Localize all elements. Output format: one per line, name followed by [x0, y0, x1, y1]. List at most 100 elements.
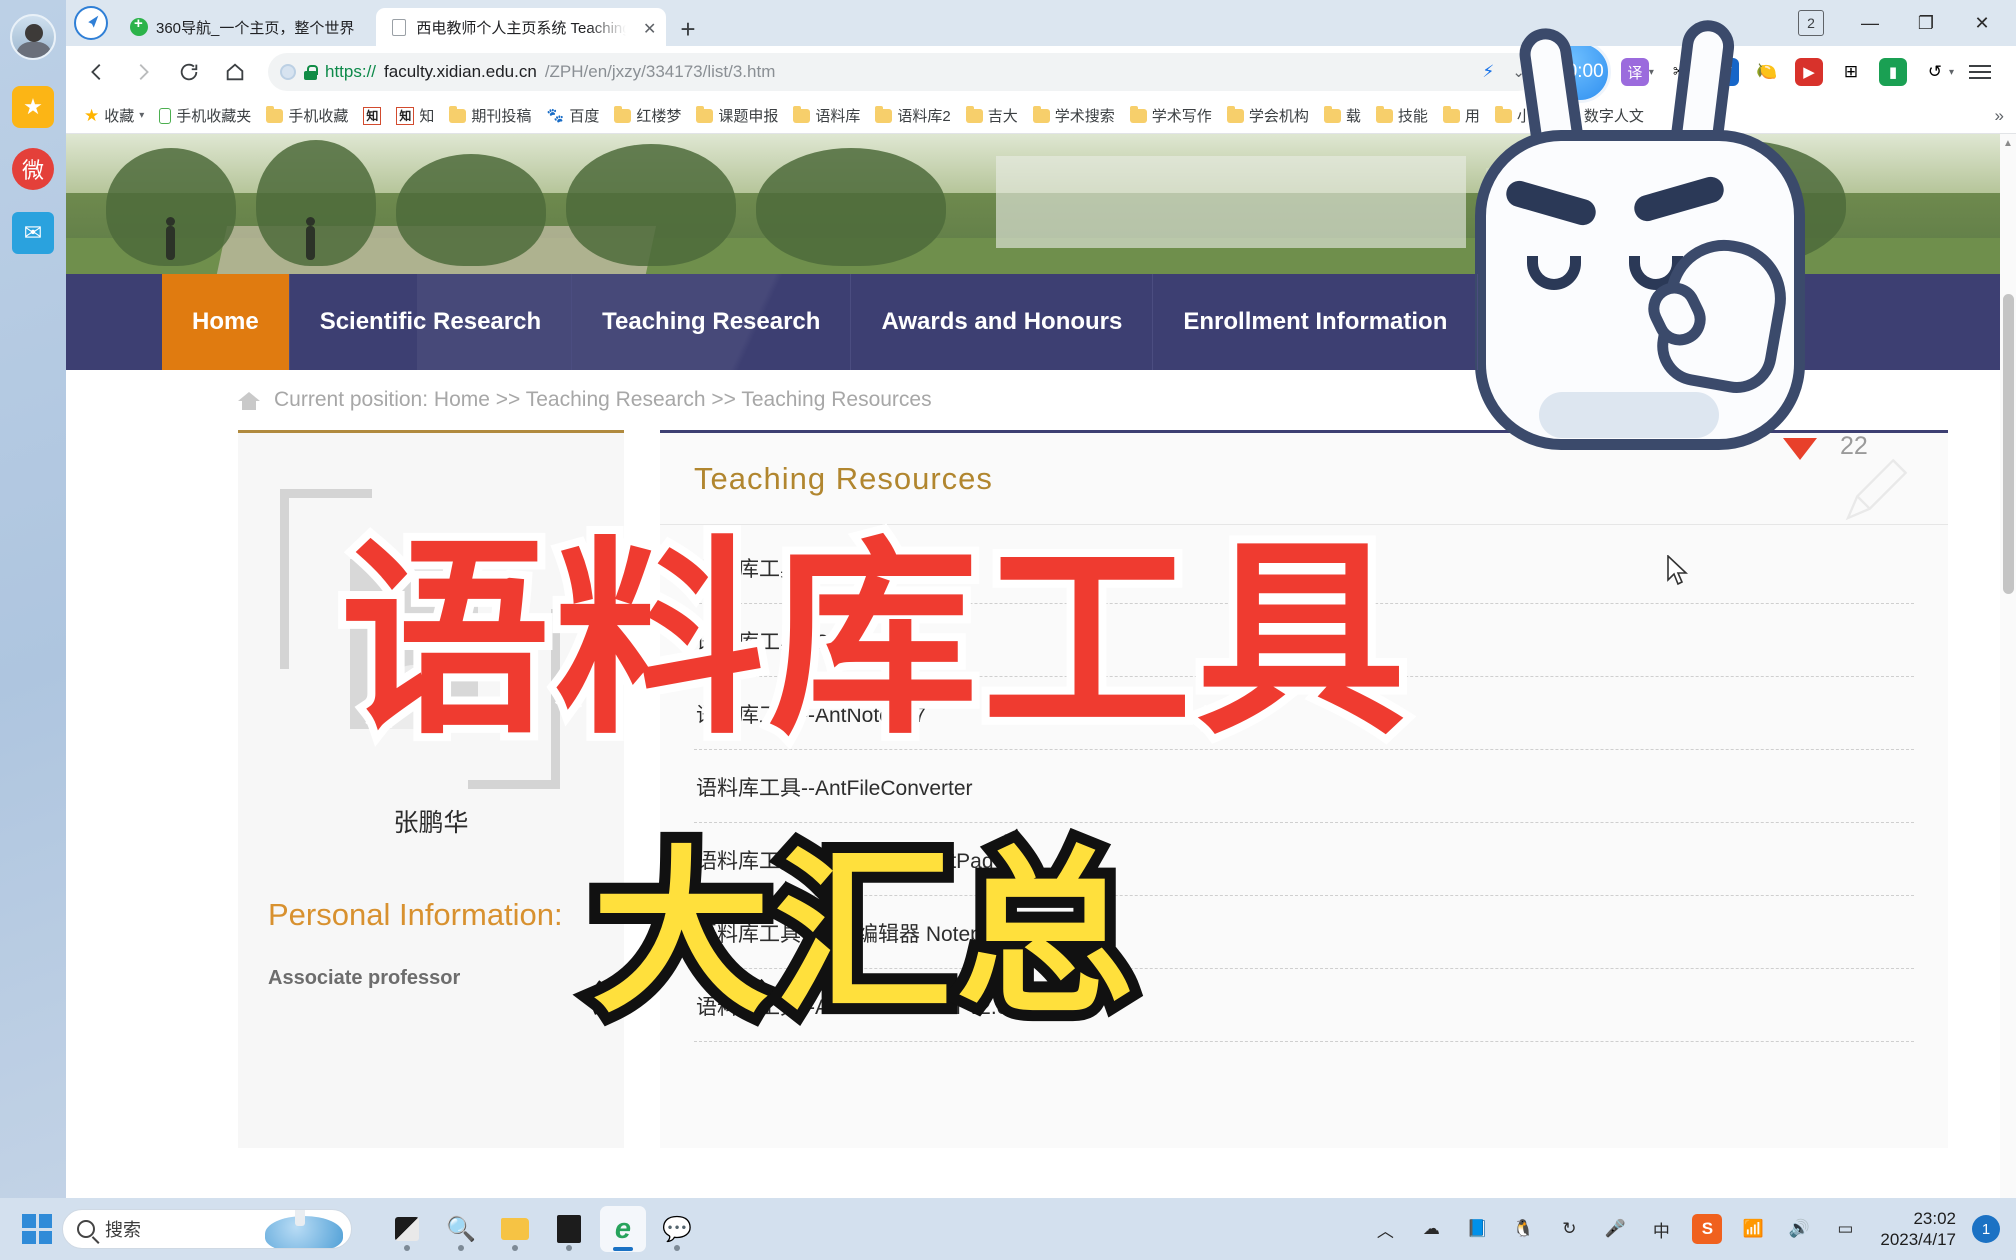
bookmark-journal-submission[interactable]: 期刊投稿 — [443, 102, 537, 129]
weibo-icon[interactable]: 微 — [12, 148, 54, 190]
star-icon[interactable]: ★ — [12, 86, 54, 128]
bookmark-digital-humanities[interactable]: 数字人文 — [1556, 102, 1650, 129]
bookmark-downloads[interactable]: 载 — [1318, 102, 1367, 129]
book-icon[interactable]: 📘 — [1462, 1214, 1492, 1244]
edge-browser-app[interactable]: e — [600, 1206, 646, 1252]
sogou-input-icon[interactable]: S — [1692, 1214, 1723, 1244]
minimize-button[interactable]: — — [1842, 0, 1898, 46]
user-avatar[interactable] — [10, 14, 56, 60]
magnifier-icon: 🔍 — [446, 1215, 476, 1243]
back-button[interactable] — [76, 51, 118, 93]
bookmark-niche[interactable]: 小众 — [1489, 102, 1553, 129]
reload-button[interactable] — [168, 51, 210, 93]
maximize-button[interactable]: ❐ — [1898, 0, 1954, 46]
wps-extension[interactable]: W — [1705, 52, 1745, 92]
bookmark-phone-collection[interactable]: 手机收藏 — [260, 102, 354, 129]
scroll-up-icon[interactable]: ▲ — [2003, 138, 2013, 149]
bookmark-phone-favorites[interactable]: 手机收藏夹 — [153, 102, 257, 129]
nav-item-home[interactable]: Home — [162, 274, 290, 370]
url-input[interactable]: https:// faculty.xidian.edu.cn/ZPH/en/jxz… — [268, 53, 1537, 91]
timer-badge[interactable]: 00:00 — [1548, 41, 1611, 103]
list-item[interactable]: 语料库工具--文本编辑器 Notepad — [694, 896, 1914, 969]
fruit-extension[interactable]: 🍋 — [1747, 52, 1787, 92]
translate-icon: 译 — [1620, 58, 1649, 86]
mail-icon[interactable]: ✉ — [12, 212, 54, 254]
notepad-app[interactable] — [546, 1206, 592, 1252]
video-extension[interactable]: ▶ — [1789, 52, 1829, 92]
chevron-down-icon[interactable]: ▾ — [1649, 67, 1654, 78]
ime-chinese-icon[interactable]: 中 — [1646, 1214, 1676, 1244]
bookmarks-overflow-button[interactable]: » — [1995, 106, 2004, 126]
nav-item-awards-and-honours[interactable]: Awards and Honours — [851, 274, 1154, 370]
bookmarks-bar: ★ 收藏 ▾ 手机收藏夹 手机收藏 知 知 知 期刊投稿 🐾 百度 红楼梦 课题… — [66, 98, 2016, 134]
wechat-app[interactable]: 💬 — [654, 1206, 700, 1252]
close-window-button[interactable]: ✕ — [1954, 0, 2010, 46]
bookmark-academic-writing[interactable]: 学术写作 — [1124, 102, 1218, 129]
close-tab-icon[interactable]: ✕ — [643, 19, 656, 39]
bookmark-label: 数字人文 — [1583, 108, 1644, 125]
nav-item-scientific-research[interactable]: Scientific Research — [290, 274, 573, 370]
clock[interactable]: 23:02 2023/4/17 — [1876, 1208, 1956, 1251]
nav-item-enrollment-information[interactable]: Enrollment Information — [1153, 274, 1479, 370]
bookmark-jida[interactable]: 吉大 — [960, 102, 1024, 129]
bookmark-zhihu-1[interactable]: 知 — [357, 104, 387, 128]
onedrive-icon[interactable]: ☁ — [1416, 1214, 1446, 1244]
bookmark-baidu[interactable]: 🐾 百度 — [540, 102, 605, 129]
bookmark-usage[interactable]: 用 — [1437, 102, 1486, 129]
everything-search-app[interactable]: 🔍 — [438, 1206, 484, 1252]
nav-item-teaching-research[interactable]: Teaching Research — [572, 274, 852, 370]
list-item[interactable]: 语料库工具--AntFileConverter — [694, 750, 1914, 823]
notification-badge[interactable]: 1 — [1972, 1215, 2000, 1243]
wifi-icon[interactable]: 📶 — [1738, 1214, 1768, 1244]
scrollbar-thumb[interactable] — [2003, 294, 2014, 594]
url-scheme: https:// — [325, 62, 377, 81]
apps-grid-extension[interactable]: ⊞ — [1831, 52, 1871, 92]
breadcrumb: Current position: Home >> Teaching Resea… — [66, 370, 2016, 430]
microphone-icon[interactable]: 🎤 — [1600, 1214, 1630, 1244]
bookmark-favorites[interactable]: ★ 收藏 ▾ — [78, 102, 150, 129]
tab-count-badge[interactable]: 2 — [1798, 10, 1824, 36]
bookmark-hongloumeng[interactable]: 红楼梦 — [608, 102, 687, 129]
bookmark-corpus-2[interactable]: 语料库2 — [869, 102, 956, 129]
list-item[interactable]: 语料库工具--WordSmith — [694, 531, 1914, 604]
forward-button[interactable] — [122, 51, 164, 93]
start-button[interactable] — [22, 1214, 52, 1244]
list-item[interactable]: 语料库工具--文本处理器EditPad Pro — [694, 823, 1914, 896]
bookmark-label: 学术搜索 — [1054, 108, 1115, 125]
show-hidden-icons[interactable]: ︿ — [1370, 1214, 1400, 1244]
list-item[interactable]: 语料库工具--AntWordProfiler v2.0.1 — [694, 969, 1914, 1042]
chevron-down-icon[interactable]: ▾ — [139, 110, 144, 121]
volume-icon[interactable]: 🔊 — [1784, 1214, 1814, 1244]
bookmark-corpus[interactable]: 语料库 — [787, 102, 866, 129]
bookmark-academic-org[interactable]: 学会机构 — [1221, 102, 1315, 129]
navigator-compass-icon[interactable] — [74, 6, 108, 40]
breadcrumb-text: Current position: Home >> Teaching Resea… — [274, 388, 932, 411]
chevron-down-icon[interactable]: ⌄ — [1502, 63, 1525, 81]
tab-xidian-faculty[interactable]: 西电教师个人主页系统 Teaching ✕ — [376, 8, 667, 46]
clock-date: 2023/4/17 — [1880, 1230, 1956, 1249]
battery-saver-extension[interactable]: ▮ — [1873, 52, 1913, 92]
qq-icon[interactable]: 🐧 — [1508, 1214, 1538, 1244]
file-explorer-app[interactable] — [492, 1206, 538, 1252]
bookmark-skills[interactable]: 技能 — [1370, 102, 1434, 129]
list-item[interactable]: 语料库工具--SPSS — [694, 604, 1914, 677]
bookmark-project-application[interactable]: 课题申报 — [690, 102, 784, 129]
site-info-icon[interactable] — [280, 64, 296, 80]
new-tab-button[interactable]: + — [680, 16, 695, 42]
taskview-button[interactable] — [384, 1206, 430, 1252]
bookmark-academic-search[interactable]: 学术搜索 — [1027, 102, 1121, 129]
list-item[interactable]: 语料库工具--AntNote 1.7 — [694, 677, 1914, 750]
browser-menu[interactable] — [1960, 52, 2000, 92]
page-scrollbar[interactable]: ▲ ▼ — [2000, 134, 2016, 1225]
sync-icon[interactable]: ↻ — [1554, 1214, 1584, 1244]
search-input[interactable]: 搜索 — [62, 1209, 352, 1249]
home-button[interactable] — [214, 51, 256, 93]
home-icon[interactable] — [238, 390, 260, 410]
bookmark-label: 知 — [419, 108, 435, 125]
chevron-down-icon[interactable]: ▾ — [1694, 67, 1699, 78]
battery-icon[interactable]: ▭ — [1830, 1214, 1860, 1244]
tab-360-navigation[interactable]: 360导航_一个主页，整个世界 — [116, 8, 369, 46]
chevron-down-icon[interactable]: ▾ — [1949, 67, 1954, 78]
boost-icon[interactable]: ⚡ — [1482, 62, 1494, 82]
bookmark-zhihu-2[interactable]: 知 知 — [390, 102, 440, 129]
